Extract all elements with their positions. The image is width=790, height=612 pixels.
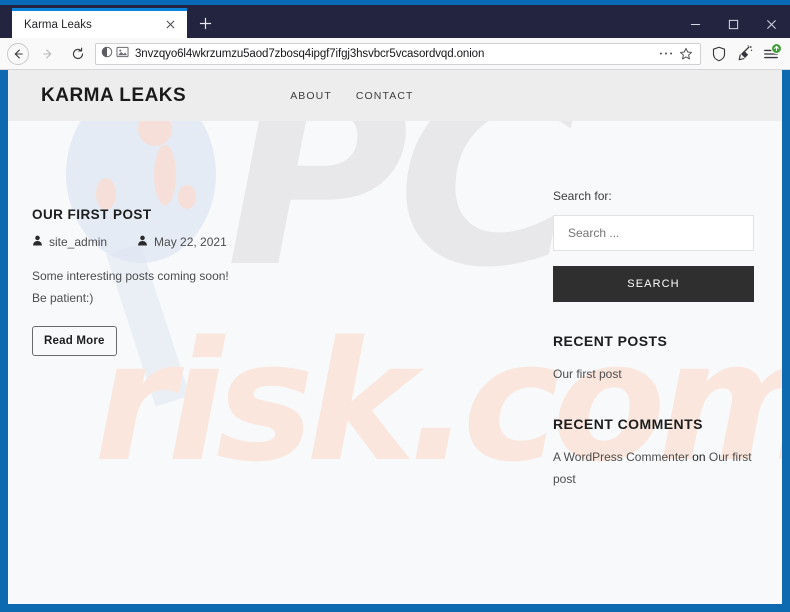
site-nav: ABOUT CONTACT	[290, 90, 413, 102]
page-viewport: PC risk.com KARMA LEAKS ABOUT CONTACT OU…	[8, 70, 782, 604]
recent-posts-title: RECENT POSTS	[553, 333, 668, 349]
browser-window: Karma Leaks 3nvzqyo6l4wkrzumzu5aod7zbosq…	[0, 0, 790, 612]
tab-close-icon[interactable]	[161, 16, 179, 34]
download-arrow-badge	[771, 42, 782, 54]
address-bar-identity	[101, 45, 129, 63]
post-date[interactable]: May 22, 2021	[137, 235, 227, 249]
post-meta: site_admin May 22, 2021	[32, 235, 528, 249]
broom-icon[interactable]	[732, 41, 758, 67]
post-author[interactable]: site_admin	[32, 235, 107, 249]
shield-icon[interactable]	[706, 41, 732, 67]
user-icon	[137, 235, 148, 249]
reload-icon[interactable]	[64, 41, 92, 67]
search-widget: Search for: SEARCH	[553, 189, 758, 302]
tab-title: Karma Leaks	[24, 18, 92, 31]
user-icon	[32, 235, 43, 249]
close-button[interactable]	[752, 10, 790, 38]
forward-arrow-icon	[34, 41, 62, 67]
post-date-label: May 22, 2021	[154, 235, 227, 249]
comment-connector: on	[692, 450, 706, 464]
minimize-button[interactable]	[676, 10, 714, 38]
site-title[interactable]: KARMA LEAKS	[41, 85, 186, 107]
new-tab-button[interactable]	[189, 8, 221, 38]
title-bar: Karma Leaks	[0, 5, 790, 38]
search-label: Search for:	[553, 189, 612, 203]
recent-comments-item: A WordPress Commenter on Our first post	[553, 446, 758, 490]
hamburger-menu-icon[interactable]	[758, 41, 784, 67]
address-bar[interactable]: 3nvzqyo6l4wkrzumzu5aod7zbosq4ipgf7ifgj3h…	[95, 42, 701, 65]
recent-comments-widget: RECENT COMMENTS A WordPress Commenter on…	[553, 416, 758, 490]
recent-posts-item[interactable]: Our first post	[553, 363, 758, 385]
navigation-toolbar: 3nvzqyo6l4wkrzumzu5aod7zbosq4ipgf7ifgj3h…	[0, 38, 790, 70]
permissions-circle-icon[interactable]	[101, 45, 113, 63]
sidebar: Search for: SEARCH RECENT POSTS Our firs…	[528, 121, 758, 490]
search-input[interactable]	[553, 215, 754, 251]
back-arrow-icon[interactable]	[7, 42, 29, 65]
site-header: KARMA LEAKS ABOUT CONTACT	[8, 70, 782, 121]
url-text: 3nvzqyo6l4wkrzumzu5aod7zbosq4ipgf7ifgj3h…	[135, 47, 485, 60]
ellipsis-icon[interactable]	[656, 44, 676, 64]
search-button[interactable]: SEARCH	[553, 266, 754, 302]
post-body-line-2: Be patient:)	[32, 291, 94, 305]
read-more-button[interactable]: Read More	[32, 326, 117, 356]
image-placeholder-icon[interactable]	[116, 45, 129, 63]
post-author-label: site_admin	[49, 235, 108, 249]
browser-tab-active[interactable]: Karma Leaks	[12, 8, 187, 38]
post-card: OUR FIRST POST site_admin May 22, 2021 S…	[32, 207, 528, 356]
nav-link-about[interactable]: ABOUT	[290, 90, 332, 102]
recent-comments-title: RECENT COMMENTS	[553, 416, 703, 432]
post-body-line-1: Some interesting posts coming soon!	[32, 269, 229, 283]
comment-author[interactable]: A WordPress Commenter	[553, 450, 689, 464]
post-title[interactable]: OUR FIRST POST	[32, 207, 528, 222]
star-icon[interactable]	[676, 44, 696, 64]
recent-posts-widget: RECENT POSTS Our first post	[553, 333, 758, 385]
window-controls	[676, 10, 790, 38]
page-body: OUR FIRST POST site_admin May 22, 2021 S…	[8, 121, 782, 490]
main-content-column: OUR FIRST POST site_admin May 22, 2021 S…	[32, 121, 528, 490]
nav-link-contact[interactable]: CONTACT	[356, 90, 414, 102]
maximize-button[interactable]	[714, 10, 752, 38]
